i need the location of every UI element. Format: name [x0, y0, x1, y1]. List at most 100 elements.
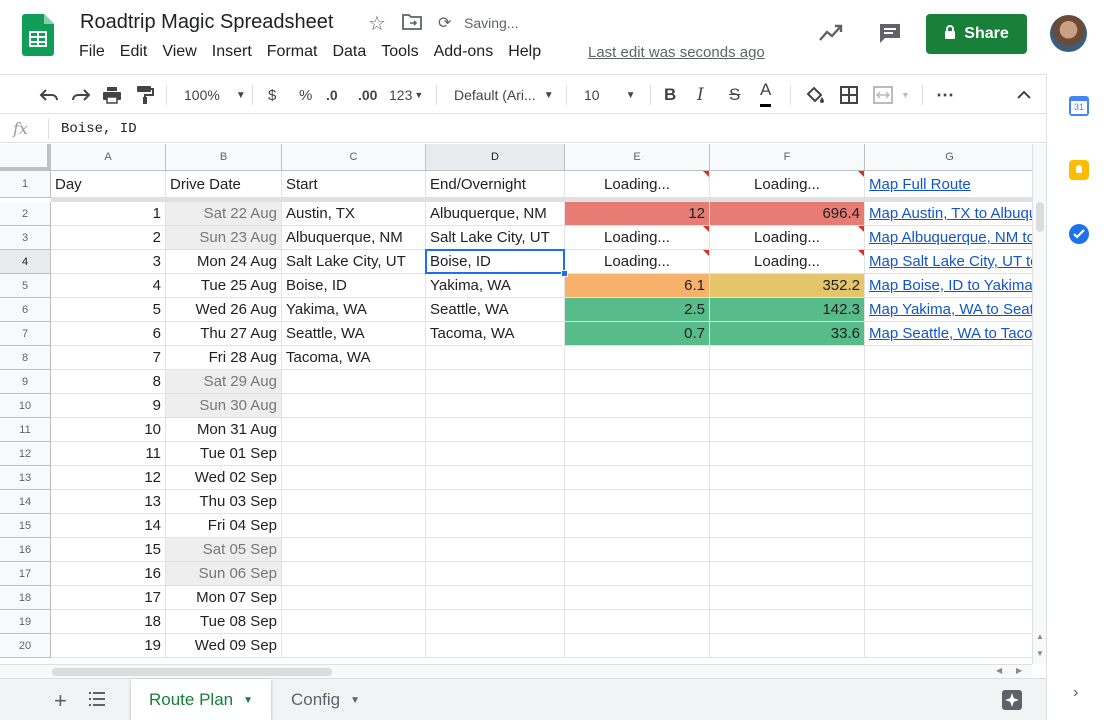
- percent-button[interactable]: %: [299, 75, 312, 115]
- redo-icon[interactable]: [70, 75, 92, 115]
- sheets-logo-icon[interactable]: [22, 14, 54, 56]
- cell[interactable]: Loading...: [565, 250, 710, 274]
- cell[interactable]: 17: [51, 586, 166, 610]
- comments-icon[interactable]: [878, 22, 902, 49]
- column-header[interactable]: F: [710, 144, 865, 171]
- keep-icon[interactable]: [1069, 160, 1089, 180]
- cell[interactable]: [710, 538, 865, 562]
- cell[interactable]: Map Austin, TX to Albuquerque, NM: [865, 202, 1032, 226]
- cell[interactable]: Tue 08 Sep: [166, 610, 282, 634]
- cell[interactable]: [865, 586, 1032, 610]
- cell[interactable]: [710, 562, 865, 586]
- cell[interactable]: [565, 442, 710, 466]
- row-header[interactable]: 2: [0, 202, 51, 226]
- cell[interactable]: 7: [51, 346, 166, 370]
- row-header[interactable]: 13: [0, 466, 51, 490]
- cell[interactable]: Boise, ID: [282, 274, 426, 298]
- cell[interactable]: [282, 610, 426, 634]
- row-header[interactable]: 6: [0, 298, 51, 322]
- cell[interactable]: [565, 466, 710, 490]
- cell[interactable]: 352.2: [710, 274, 865, 298]
- cell[interactable]: Mon 31 Aug: [166, 418, 282, 442]
- cell[interactable]: Salt Lake City, UT: [426, 226, 565, 250]
- cell[interactable]: Sun 06 Sep: [166, 562, 282, 586]
- decrease-decimal-button[interactable]: .0: [326, 75, 338, 115]
- cell[interactable]: Sun 23 Aug: [166, 226, 282, 250]
- cell[interactable]: Loading...: [710, 250, 865, 274]
- row-header[interactable]: 8: [0, 346, 51, 370]
- tasks-icon[interactable]: [1069, 224, 1089, 244]
- merge-cells-icon[interactable]: ▼: [873, 75, 910, 115]
- cell[interactable]: 6.1: [565, 274, 710, 298]
- row-header[interactable]: 3: [0, 226, 51, 250]
- cell[interactable]: [426, 610, 565, 634]
- cell[interactable]: 3: [51, 250, 166, 274]
- cell[interactable]: [565, 514, 710, 538]
- cell[interactable]: Sun 30 Aug: [166, 394, 282, 418]
- explore-icon[interactable]: [1001, 689, 1023, 716]
- row-header[interactable]: 18: [0, 586, 51, 610]
- cell[interactable]: [710, 634, 865, 658]
- zoom-select[interactable]: 100% ▼: [184, 75, 246, 115]
- cell[interactable]: 696.4: [710, 202, 865, 226]
- italic-button[interactable]: I: [697, 75, 704, 115]
- cell[interactable]: 2.5: [565, 298, 710, 322]
- cell[interactable]: 8: [51, 370, 166, 394]
- cell[interactable]: [565, 394, 710, 418]
- cell[interactable]: [565, 418, 710, 442]
- cell[interactable]: [565, 634, 710, 658]
- more-options-icon[interactable]: ⋯: [936, 75, 954, 115]
- cell[interactable]: [865, 538, 1032, 562]
- print-icon[interactable]: [102, 75, 122, 115]
- scroll-left-icon[interactable]: ◀: [996, 666, 1002, 675]
- menu-help[interactable]: Help: [508, 43, 541, 63]
- scroll-down-icon[interactable]: ▼: [1036, 649, 1044, 658]
- column-header[interactable]: C: [282, 144, 426, 171]
- cell[interactable]: [426, 442, 565, 466]
- cell[interactable]: [426, 538, 565, 562]
- star-icon[interactable]: ☆: [368, 11, 386, 36]
- cell[interactable]: Thu 03 Sep: [166, 490, 282, 514]
- cell[interactable]: Thu 27 Aug: [166, 322, 282, 346]
- collapse-menus-icon[interactable]: [1016, 75, 1032, 115]
- cell[interactable]: [282, 562, 426, 586]
- cell[interactable]: 19: [51, 634, 166, 658]
- more-formats-button[interactable]: 123 ▼: [389, 75, 423, 115]
- cell[interactable]: [865, 562, 1032, 586]
- cell[interactable]: 6: [51, 322, 166, 346]
- row-header[interactable]: 5: [0, 274, 51, 298]
- cell[interactable]: Day: [51, 171, 166, 198]
- cell[interactable]: [282, 490, 426, 514]
- move-folder-icon[interactable]: [402, 13, 422, 36]
- cell[interactable]: Mon 24 Aug: [166, 250, 282, 274]
- undo-icon[interactable]: [38, 75, 60, 115]
- text-color-button[interactable]: A: [760, 75, 772, 107]
- cell[interactable]: [282, 394, 426, 418]
- cell[interactable]: Start: [282, 171, 426, 198]
- cell[interactable]: [282, 442, 426, 466]
- cell[interactable]: Austin, TX: [282, 202, 426, 226]
- cell[interactable]: Map Albuquerque, NM to Salt Lake City, U…: [865, 226, 1032, 250]
- cell[interactable]: Sat 29 Aug: [166, 370, 282, 394]
- cell[interactable]: Drive Date: [166, 171, 282, 198]
- cell[interactable]: [565, 586, 710, 610]
- cell[interactable]: [865, 418, 1032, 442]
- cell[interactable]: Map Boise, ID to Yakima, WA: [865, 274, 1032, 298]
- cell[interactable]: [426, 634, 565, 658]
- cell[interactable]: Boise, ID: [426, 250, 565, 274]
- cell[interactable]: 13: [51, 490, 166, 514]
- cell[interactable]: Loading...: [565, 226, 710, 250]
- scroll-right-icon[interactable]: ▶: [1016, 666, 1022, 675]
- cell[interactable]: 12: [51, 466, 166, 490]
- cell[interactable]: [565, 346, 710, 370]
- cell[interactable]: Seattle, WA: [282, 322, 426, 346]
- all-sheets-icon[interactable]: [88, 692, 106, 711]
- sheet-tab-route-plan[interactable]: Route Plan ▼: [131, 679, 272, 720]
- row-header[interactable]: 16: [0, 538, 51, 562]
- column-header[interactable]: G: [865, 144, 1032, 171]
- menu-data[interactable]: Data: [332, 43, 366, 63]
- cell[interactable]: [710, 370, 865, 394]
- cell[interactable]: [426, 346, 565, 370]
- strikethrough-button[interactable]: S: [729, 75, 740, 115]
- cell[interactable]: Sat 22 Aug: [166, 202, 282, 226]
